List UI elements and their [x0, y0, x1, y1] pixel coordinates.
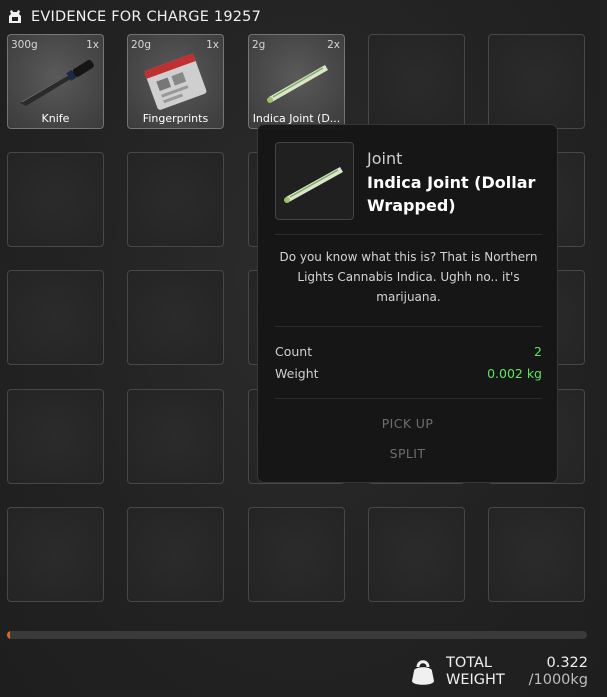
weight-progress-fill [7, 631, 11, 639]
stat-value: 0.002 kg [487, 366, 542, 381]
joint-icon [267, 65, 328, 103]
total-label-line1: TOTAL [446, 655, 492, 671]
item-weight: 300g [11, 39, 38, 51]
knife-icon [20, 59, 94, 106]
item-weight: 2g [252, 39, 266, 51]
inventory-slot-empty[interactable] [7, 507, 104, 602]
item-name: Knife [41, 112, 70, 125]
kettlebell-icon [412, 660, 434, 685]
evidence-inventory: EVIDENCE FOR CHARGE 19257 300g 1x Knife … [0, 0, 607, 697]
stat-row-count: Count 2 [275, 344, 542, 359]
tooltip-item-category: Joint [367, 149, 403, 168]
item-name: Fingerprints [142, 112, 209, 125]
item-tooltip: Joint Indica Joint (Dollar Wrapped) Do y… [257, 124, 558, 483]
stat-row-weight: Weight 0.002 kg [275, 366, 542, 381]
tooltip-item-title: Indica Joint (Dollar Wrapped) [367, 173, 536, 215]
inventory-slot-empty[interactable] [248, 507, 345, 602]
evidence-bag-icon [9, 10, 21, 23]
stat-value: 2 [534, 344, 542, 359]
stat-label: Count [275, 344, 313, 359]
inventory-slot-empty[interactable] [7, 152, 104, 247]
inventory-slot-fingerprints[interactable]: 20g 1x Fingerprints [127, 34, 224, 129]
inventory-slot-empty[interactable] [368, 34, 465, 129]
item-weight: 20g [131, 39, 152, 51]
divider [275, 234, 542, 235]
inventory-title: EVIDENCE FOR CHARGE 19257 [31, 9, 262, 25]
inventory-slot-empty[interactable] [488, 34, 585, 129]
weight-progress-bar [7, 631, 587, 639]
divider [275, 326, 542, 327]
joint-icon [284, 167, 343, 203]
max-weight-value: /1000kg [528, 672, 588, 688]
inventory-slot-empty[interactable] [127, 152, 224, 247]
total-weight-footer: TOTAL WEIGHT 0.322 /1000kg [410, 655, 590, 691]
total-weight-label: TOTAL WEIGHT [446, 655, 505, 689]
tooltip-item-image [275, 142, 354, 220]
item-quantity: 2x [327, 39, 340, 51]
stat-label: Weight [275, 366, 319, 381]
inventory-slot-empty[interactable] [127, 270, 224, 365]
inventory-slot-empty[interactable] [368, 507, 465, 602]
inventory-slot-empty[interactable] [127, 507, 224, 602]
item-quantity: 1x [86, 39, 99, 51]
inventory-slot-empty[interactable] [7, 270, 104, 365]
total-label-line2: WEIGHT [446, 672, 505, 688]
pick-up-button[interactable]: PICK UP [258, 416, 557, 431]
inventory-header: EVIDENCE FOR CHARGE 19257 [7, 9, 261, 25]
divider [275, 398, 542, 399]
inventory-slot-knife[interactable]: 300g 1x Knife [7, 34, 104, 129]
inventory-slot-joint[interactable]: 2g 2x Indica Joint (D... [248, 34, 345, 129]
item-quantity: 1x [206, 39, 219, 51]
inventory-slot-empty[interactable] [7, 389, 104, 484]
split-button[interactable]: SPLIT [258, 446, 557, 461]
total-weight-value: 0.322 [546, 655, 588, 671]
inventory-slot-empty[interactable] [488, 507, 585, 602]
tooltip-item-description: Do you know what this is? That is Northe… [279, 250, 538, 304]
fingerprint-bag-icon [144, 53, 207, 110]
inventory-slot-empty[interactable] [127, 389, 224, 484]
